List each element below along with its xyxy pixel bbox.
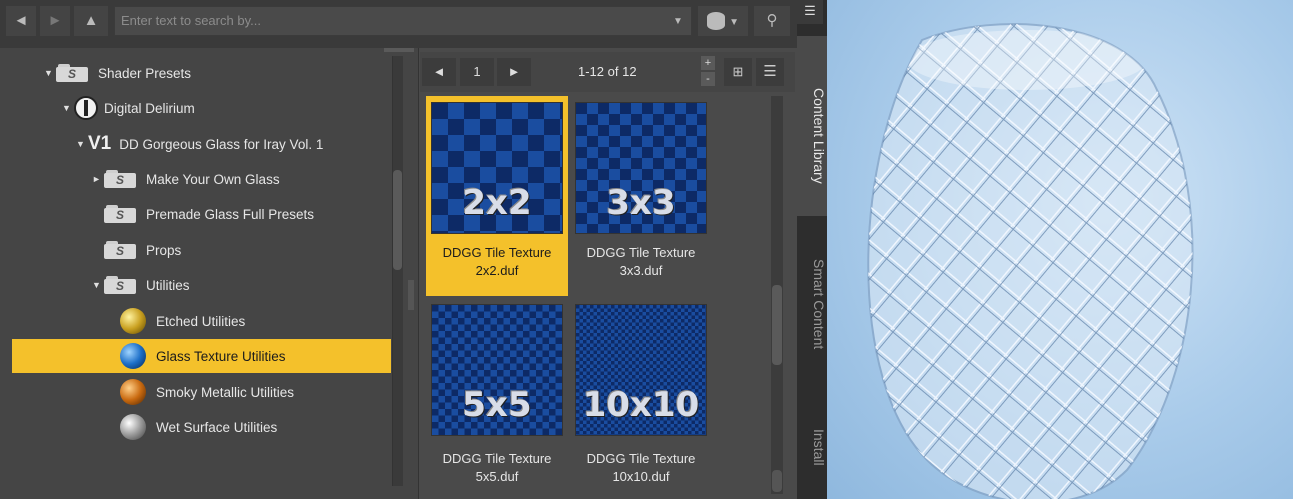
arrow-left-icon: ◄ — [432, 64, 446, 79]
next-page-button[interactable]: ► — [497, 58, 531, 86]
previous-page-button[interactable]: ◄ — [422, 58, 456, 86]
shader-folder-icon: S — [104, 241, 138, 259]
search-button[interactable]: ⚲ — [754, 6, 790, 36]
tree-item-shader-presets[interactable]: ▼ S Shader Presets — [44, 56, 191, 90]
expand-arrow-icon[interactable]: ▼ — [76, 139, 88, 149]
tree-item-premade-glass[interactable]: S Premade Glass Full Presets — [104, 197, 314, 231]
thumbnail-item-10x10[interactable]: 10x10 DDGG Tile Texture 10x10.duf — [570, 298, 712, 498]
tree-item-props[interactable]: S Props — [104, 233, 181, 267]
tab-content-library[interactable]: Content Library — [797, 36, 827, 216]
tree-item-digital-delirium[interactable]: ▼ Digital Delirium — [62, 91, 195, 125]
tree-item-label: DD Gorgeous Glass for Iray Vol. 1 — [119, 136, 324, 152]
gold-sphere-icon — [120, 308, 146, 334]
3d-viewport[interactable] — [827, 0, 1293, 499]
shader-folder-icon: S — [104, 205, 138, 223]
tree-item-label: Props — [146, 242, 182, 258]
page-number[interactable]: 1 — [460, 58, 494, 86]
toolbar: ◄ ► ▲ Enter text to search by... ▼ ▼ ⚲ — [0, 0, 797, 49]
expand-arrow-icon[interactable]: ▼ — [44, 68, 56, 78]
tree-item-glass-texture-utilities[interactable]: Glass Texture Utilities — [12, 339, 391, 373]
arrow-right-icon: ► — [507, 64, 521, 79]
blue-sphere-icon — [120, 343, 146, 369]
thumbnail-filename: 3x3.duf — [619, 263, 663, 278]
tile-texture-thumbnail: 3x3 — [575, 102, 707, 234]
database-button[interactable]: ▼ — [698, 6, 748, 36]
database-icon — [706, 12, 725, 31]
search-icon: ⚲ — [766, 12, 778, 29]
arrow-right-icon: ► — [47, 12, 63, 29]
back-button[interactable]: ◄ — [6, 6, 36, 36]
tree-item-label: Utilities — [146, 277, 190, 293]
tree-item-label: Smoky Metallic Utilities — [156, 384, 295, 400]
tile-texture-thumbnail: 10x10 — [575, 304, 707, 436]
tile-texture-thumbnail: 5x5 — [431, 304, 563, 436]
search-input[interactable]: Enter text to search by... — [114, 6, 692, 36]
splitter-handle[interactable] — [384, 48, 414, 52]
thumbnail-item-2x2[interactable]: 2x2 DDGG Tile Texture 2x2.duf — [426, 96, 568, 296]
digital-delirium-logo-icon — [74, 96, 98, 120]
tree-item-label: Glass Texture Utilities — [156, 348, 286, 364]
chevron-down-icon: ▼ — [673, 16, 683, 27]
zoom-in-button[interactable]: + — [701, 56, 715, 70]
thumbnail-caption: DDGG Tile Texture — [586, 245, 696, 260]
side-tab-strip: ☰ Content Library Smart Content Install — [797, 0, 827, 499]
shader-folder-icon: S — [56, 64, 90, 82]
tree-item-dd-gorgeous-glass[interactable]: ▼ V1 DD Gorgeous Glass for Iray Vol. 1 — [76, 127, 323, 161]
shader-folder-icon: S — [104, 276, 138, 294]
tab-install[interactable]: Install — [797, 380, 827, 490]
tree-item-label: Digital Delirium — [104, 100, 195, 116]
arrow-left-icon: ◄ — [13, 12, 29, 29]
expand-arrow-icon[interactable]: ► — [92, 174, 104, 184]
up-button[interactable]: ▲ — [74, 6, 108, 36]
tree-item-utilities[interactable]: ▼ S Utilities — [92, 268, 190, 302]
glass-vase-render — [867, 23, 1194, 499]
menu-icon: ☰ — [804, 3, 816, 18]
tree-scrollbar-thumb[interactable] — [393, 170, 402, 270]
shader-folder-icon: S — [104, 170, 138, 188]
tree-scrollbar[interactable] — [392, 56, 403, 486]
tree-item-smoky-metallic-utilities[interactable]: Smoky Metallic Utilities — [120, 375, 294, 409]
tree-item-wet-surface-utilities[interactable]: Wet Surface Utilities — [120, 410, 277, 444]
item-count: 1-12 of 12 — [578, 64, 637, 79]
thumbnail-caption: DDGG Tile Texture — [442, 245, 552, 260]
arrow-up-icon: ▲ — [83, 12, 99, 29]
panel-splitter[interactable] — [408, 280, 414, 310]
tree-item-etched-utilities[interactable]: Etched Utilities — [120, 304, 245, 338]
expand-arrow-icon[interactable]: ▼ — [62, 103, 74, 113]
tree-item-label: Wet Surface Utilities — [156, 419, 278, 435]
tree-item-label: Make Your Own Glass — [146, 171, 280, 187]
thumbnail-caption: DDGG Tile Texture — [586, 451, 696, 466]
tab-smart-content[interactable]: Smart Content — [797, 222, 827, 372]
zoom-out-button[interactable]: - — [701, 72, 715, 86]
thumbnail-filename: 2x2.duf — [475, 263, 519, 278]
grid-scrollbar-thumb[interactable] — [772, 285, 782, 365]
forward-button[interactable]: ► — [40, 6, 70, 36]
search-dropdown-button[interactable]: ▼ — [666, 10, 690, 34]
thumbnail-caption: DDGG Tile Texture — [442, 451, 552, 466]
thumbnail-filename: 10x10.duf — [612, 469, 670, 484]
grid-view-icon: ⊞ — [732, 64, 744, 79]
thumbnail-item-3x3[interactable]: 3x3 DDGG Tile Texture 3x3.duf — [570, 96, 712, 296]
grid-scroll-down-button[interactable] — [772, 470, 782, 492]
chevron-down-icon: ▼ — [729, 17, 740, 28]
tree-item-label: Shader Presets — [98, 65, 192, 81]
grid-view-button[interactable]: ⊞ — [724, 58, 752, 86]
list-view-icon: ☰ — [763, 63, 777, 80]
thumbnail-filename: 5x5.duf — [475, 469, 519, 484]
silver-sphere-icon — [120, 414, 146, 440]
list-view-button[interactable]: ☰ — [756, 58, 784, 86]
volume-label: V1 — [88, 133, 112, 154]
tile-texture-thumbnail: 2x2 — [431, 102, 563, 234]
thumbnail-item-5x5[interactable]: 5x5 DDGG Tile Texture 5x5.duf — [426, 298, 568, 498]
panel-menu-button[interactable]: ☰ — [797, 0, 823, 24]
tree-item-label: Premade Glass Full Presets — [146, 206, 315, 222]
expand-arrow-icon[interactable]: ▼ — [92, 280, 104, 290]
tree-item-label: Etched Utilities — [156, 313, 246, 329]
orange-sphere-icon — [120, 379, 146, 405]
tree-item-make-your-own-glass[interactable]: ► S Make Your Own Glass — [92, 162, 280, 196]
